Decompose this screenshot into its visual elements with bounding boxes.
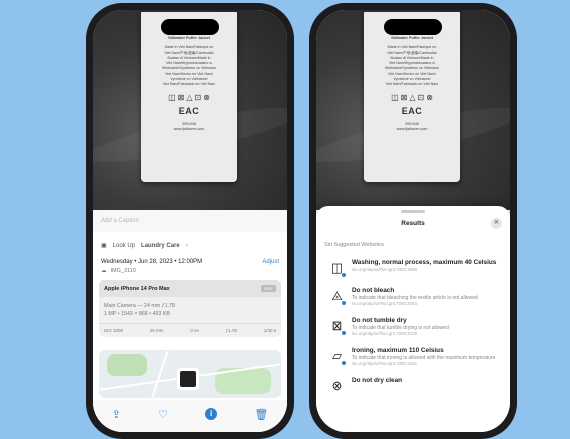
washing-icon: ◫ xyxy=(328,259,347,278)
file-row: ☁ IMG_3110 xyxy=(93,265,287,280)
left-phone: Stillwater Puffer Jacket Made in Viet Na… xyxy=(86,3,294,439)
no-tumble-dry-icon: ⊠ xyxy=(328,317,347,336)
bottom-toolbar: ⇪ ♡ i 🗑 xyxy=(93,400,287,432)
laundry-icon: ▣ xyxy=(101,243,107,249)
result-item[interactable]: ⊗ Do not dry clean xyxy=(316,372,510,400)
close-icon[interactable]: ✕ xyxy=(491,218,502,229)
share-icon[interactable]: ⇪ xyxy=(112,408,121,421)
trash-icon[interactable]: 🗑 xyxy=(254,408,268,421)
result-item[interactable]: ◫ Washing, normal process, maximum 40 Ce… xyxy=(316,254,510,282)
caption-field[interactable]: Add a Caption xyxy=(93,210,287,232)
chevron-right-icon: › xyxy=(185,242,188,249)
right-phone: Stillwater Puffer Jacket Made in Viet Na… xyxy=(309,3,517,439)
map-photo-pin[interactable] xyxy=(177,368,199,390)
info-panel: Add a Caption ▣ Look Up Laundry Care › W… xyxy=(93,210,287,432)
result-item[interactable]: ⨻ Do not bleach To indicate that bleachi… xyxy=(316,282,510,312)
photos-info-screen: Stillwater Puffer Jacket Made in Viet Na… xyxy=(93,10,287,432)
camera-specs: ISO 1000 26 mm 0 ev ƒ1.78 1/40 s xyxy=(99,323,281,337)
results-screen: Stillwater Puffer Jacket Made in Viet Na… xyxy=(316,10,510,432)
section-header: Siri Suggested Websites xyxy=(324,242,384,248)
tag-lines: Made in Viet Nam/Fabriqué en Viet Nam/产地… xyxy=(161,45,217,87)
camera-resolution: 1 MP • 1543 × 868 • 493 KB xyxy=(104,311,170,317)
dynamic-island xyxy=(161,19,219,35)
date-row: Wednesday • Jun 28, 2023 • 12:00PM Adjus… xyxy=(93,253,287,265)
care-label-tag: Stillwater Puffer Jacket Made in Viet Na… xyxy=(141,12,237,182)
no-dry-clean-icon: ⊗ xyxy=(331,378,343,393)
location-map[interactable] xyxy=(99,350,281,398)
cloud-icon: ☁ xyxy=(101,268,107,274)
tag-brand: Stillwater Puffer Jacket xyxy=(168,36,210,40)
no-bleach-icon: ⨻ xyxy=(328,287,347,306)
garment-photo[interactable]: Stillwater Puffer Jacket Made in Viet Na… xyxy=(93,10,287,210)
care-label-tag: Stillwater Puffer Jacket Made in Viet Na… xyxy=(364,12,460,182)
camera-model: Apple iPhone 14 Pro Max xyxy=(104,285,170,292)
dynamic-island xyxy=(384,19,442,35)
results-sheet: Results ✕ Siri Suggested Websites ◫ Wash… xyxy=(316,206,510,432)
lookup-laundry-care[interactable]: ▣ Look Up Laundry Care › xyxy=(93,232,287,253)
ironing-icon: ⏥ xyxy=(328,347,347,366)
info-icon[interactable]: i xyxy=(205,408,218,420)
photo-date: Wednesday • Jun 28, 2023 • 12:00PM xyxy=(101,259,203,265)
care-symbols: ◫ ⊠ △ ⊡ ⊗ xyxy=(391,92,433,102)
camera-info-card: Apple iPhone 14 Pro Max HEIF Main Camera… xyxy=(99,280,281,337)
heart-icon[interactable]: ♡ xyxy=(158,408,168,421)
care-symbols: ◫ ⊠ △ ⊡ ⊗ xyxy=(168,92,210,102)
result-item[interactable]: ⊠ Do not tumble dry To indicate that tum… xyxy=(316,312,510,342)
filename: IMG_3110 xyxy=(110,268,136,274)
format-badge: HEIF xyxy=(260,285,276,292)
adjust-button[interactable]: Adjust xyxy=(262,259,279,265)
garment-photo: Stillwater Puffer Jacket Made in Viet Na… xyxy=(316,10,510,210)
camera-lens: Main Camera — 24 mm ƒ1.78 xyxy=(104,303,175,309)
eac-mark: EAC xyxy=(178,105,200,116)
result-item[interactable]: ⏥ Ironing, maximum 110 Celsius To indica… xyxy=(316,342,510,372)
sheet-title: Results xyxy=(401,220,425,227)
